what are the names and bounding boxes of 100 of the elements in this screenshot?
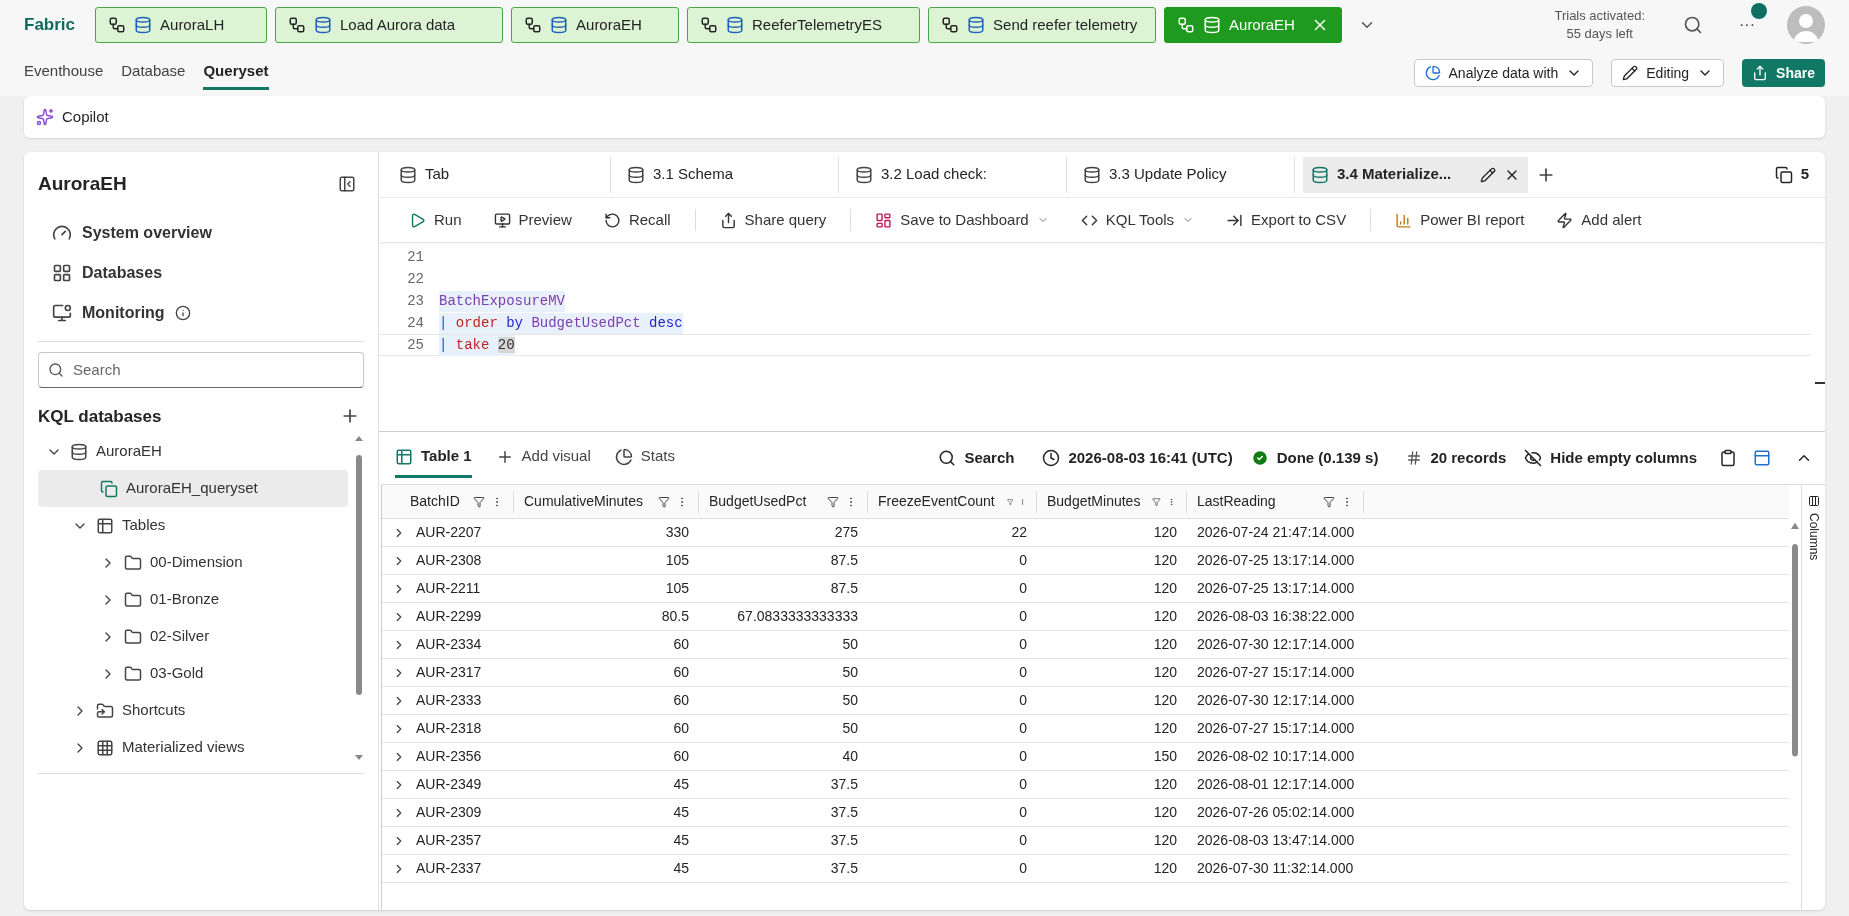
results-tab[interactable]: Table 1 — [395, 438, 472, 478]
item-tab[interactable]: AuroraLH — [95, 7, 268, 43]
query-tab[interactable]: 3.1 Schema — [619, 156, 839, 193]
search-icon[interactable] — [1683, 15, 1703, 35]
table-cell-text: 120 — [1153, 691, 1177, 710]
table-cell-text: 120 — [1153, 523, 1177, 542]
line-number: 22 — [406, 269, 424, 289]
table-cell-text: 87.5 — [830, 551, 858, 570]
rename-icon[interactable] — [1480, 166, 1496, 183]
column-header[interactable]: FreezeEventCount — [868, 490, 1037, 513]
toolbar-button[interactable]: Preview — [493, 208, 572, 232]
info-icon[interactable] — [174, 304, 191, 321]
tree-item[interactable]: AuroraEH_queryset — [38, 470, 348, 507]
tree-item[interactable]: 01-Bronze — [38, 581, 348, 618]
tree-item[interactable]: AuroraEH — [38, 433, 348, 470]
share-button[interactable]: Share — [1742, 59, 1825, 87]
table-cell-text: AUR-2337 — [416, 859, 482, 878]
results-tab[interactable]: Stats — [614, 438, 675, 478]
table-cell-text: 2026-08-02 10:17:14.000 — [1197, 747, 1355, 766]
tab-count-button[interactable]: 5 — [1774, 163, 1809, 186]
item-tab[interactable]: AuroraEH — [511, 7, 680, 43]
clipboard-icon[interactable] — [1719, 449, 1737, 467]
nav-tab[interactable]: Database — [121, 56, 186, 90]
item-tab[interactable]: AuroraEH — [1164, 7, 1342, 43]
tree-item[interactable]: Tables — [38, 507, 348, 544]
table-cell-text: 120 — [1153, 775, 1177, 794]
table-cell-text: 45 — [673, 803, 689, 822]
column-header[interactable]: LastReading — [1187, 490, 1364, 513]
analyze-data-button[interactable]: Analyze data with — [1413, 59, 1594, 87]
table-cell-text: 60 — [673, 747, 689, 766]
table-cell-text: 50 — [842, 635, 858, 654]
query-tab[interactable]: 3.4 Materialize... — [1303, 156, 1528, 193]
results-search-button[interactable]: Search — [938, 446, 1015, 470]
toolbar-button[interactable]: Recall — [603, 208, 671, 232]
table-cell-text: 2026-07-25 13:17:14.000 — [1197, 551, 1355, 570]
folder-icon — [124, 627, 142, 646]
panel-icon[interactable] — [1753, 449, 1771, 467]
queryset-icon — [100, 479, 118, 498]
collapse-pane-icon[interactable] — [338, 175, 356, 194]
column-header[interactable]: BudgetUsedPct — [699, 490, 868, 513]
tree-item[interactable]: Materialized views — [38, 729, 348, 766]
item-icon — [726, 16, 745, 34]
filter-icon[interactable] — [827, 495, 839, 508]
item-tab[interactable]: ReeferTelemetryES — [687, 7, 921, 43]
filter-icon[interactable] — [658, 495, 670, 508]
database-icon — [1083, 165, 1101, 184]
toolbar-button[interactable]: Run — [409, 208, 462, 232]
undo-icon — [603, 211, 621, 229]
search-field[interactable]: Search — [38, 351, 364, 388]
workspace-icon — [941, 16, 960, 34]
table-cell-text: 60 — [673, 719, 689, 738]
toolbar-button[interactable]: Power BI report — [1395, 208, 1525, 232]
database-icon — [399, 165, 417, 184]
column-header[interactable]: BatchID — [382, 490, 514, 513]
tree-item[interactable]: Shortcuts — [38, 692, 348, 729]
sidebar-nav-item[interactable]: Monitoring — [38, 292, 364, 333]
query-tab[interactable]: 3.2 Load check: — [847, 156, 1067, 193]
line-number: 25 — [406, 335, 424, 355]
filter-icon[interactable] — [473, 495, 485, 508]
copilot-bar[interactable]: Copilot — [24, 96, 1825, 138]
table-cell-text: 2026-08-03 16:38:22.000 — [1197, 607, 1355, 626]
query-tab[interactable]: Tab — [391, 156, 611, 193]
query-tab[interactable]: 3.3 Update Policy — [1075, 156, 1295, 193]
table-cell-text: 60 — [673, 663, 689, 682]
tree-item[interactable]: 03-Gold — [38, 655, 348, 692]
monitor-icon — [52, 302, 72, 323]
tree-item[interactable]: 00-Dimension — [38, 544, 348, 581]
hash-icon — [1406, 450, 1423, 466]
column-header[interactable]: BudgetMinutes — [1037, 490, 1187, 513]
folder-icon — [124, 553, 142, 572]
table-cell-text: 275 — [834, 523, 858, 542]
line-number: 21 — [406, 247, 424, 267]
table-cell-text: 0 — [1019, 607, 1027, 626]
hide-empty-columns-button[interactable]: Hide empty columns — [1524, 446, 1697, 470]
grid-icon — [96, 738, 114, 757]
tree-item[interactable]: 02-Silver — [38, 618, 348, 655]
toolbar-button[interactable]: Export to CSV — [1226, 208, 1347, 232]
item-tab[interactable]: Send reefer telemetry — [928, 7, 1157, 43]
table-cell-text: 37.5 — [830, 775, 858, 794]
item-tab[interactable]: Load Aurora data — [275, 7, 504, 43]
nav-tab[interactable]: Queryset — [203, 56, 269, 90]
toolbar-button[interactable]: KQL Tools — [1080, 208, 1195, 232]
results-tab[interactable]: Add visual — [495, 438, 591, 478]
table-cell-text: 0 — [1019, 663, 1027, 682]
more-options-button[interactable]: ··· — [1739, 16, 1755, 33]
filter-icon[interactable] — [1323, 495, 1335, 508]
share-icon — [719, 211, 737, 229]
sidebar-nav-item[interactable]: System overview — [38, 212, 364, 253]
table-cell-text: AUR-2299 — [416, 607, 482, 626]
editing-mode-button[interactable]: Editing — [1611, 59, 1725, 87]
search-icon — [48, 361, 64, 378]
toolbar-button[interactable]: Share query — [719, 208, 827, 232]
toolbar-button[interactable]: Save to Dashboard — [875, 208, 1049, 232]
column-header[interactable]: CumulativeMinutes — [514, 490, 699, 513]
columns-panel-tab[interactable]: Columns — [1801, 485, 1825, 910]
toolbar-button[interactable]: Add alert — [1556, 208, 1642, 232]
nav-tab[interactable]: Eventhouse — [24, 56, 104, 90]
brand-name[interactable]: Fabric — [24, 12, 76, 38]
share-icon — [1752, 65, 1769, 81]
sidebar-nav-item[interactable]: Databases — [38, 252, 364, 293]
